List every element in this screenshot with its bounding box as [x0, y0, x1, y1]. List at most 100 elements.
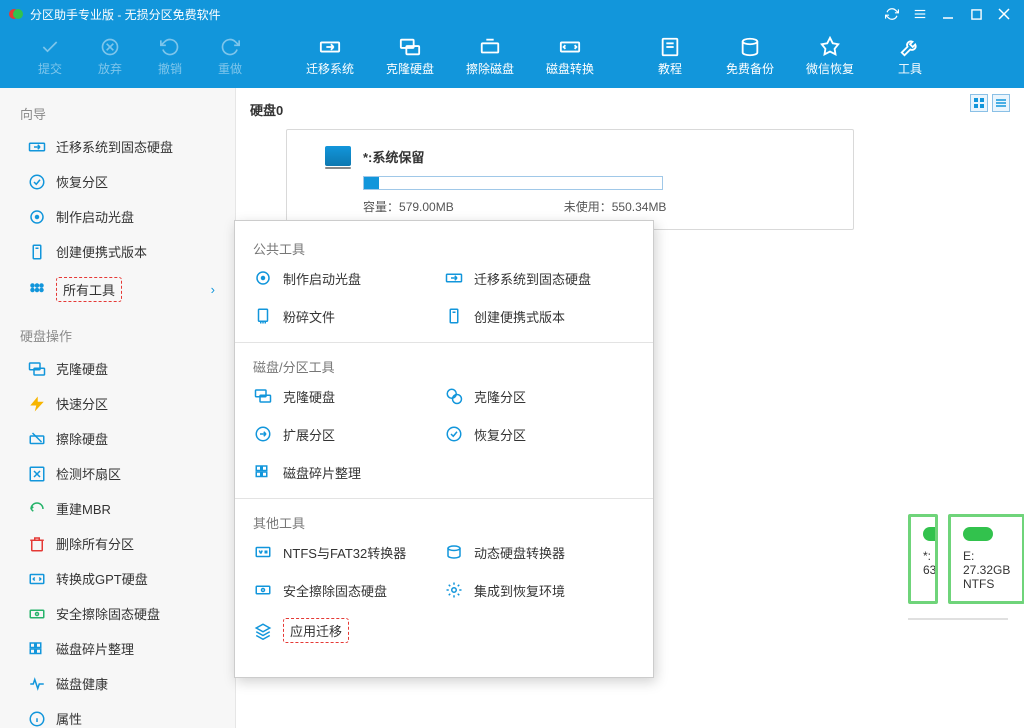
all-tools-popup: 公共工具 制作启动光盘迁移系统到固态硬盘粉碎文件创建便携式版本 磁盘/分区工具 …	[234, 220, 654, 678]
popup-item[interactable]: 恢复分区	[444, 424, 635, 444]
sidebar-item[interactable]: 安全擦除固态硬盘	[0, 596, 235, 631]
shred-icon	[253, 306, 273, 326]
popup-item[interactable]: 安全擦除固态硬盘	[253, 580, 444, 600]
sidebar-item-label: 磁盘碎片整理	[56, 639, 134, 658]
app-logo-icon	[8, 6, 24, 22]
menu-button[interactable]	[908, 2, 932, 26]
sidebar: 向导 迁移系统到固态硬盘恢复分区制作启动光盘创建便携式版本所有工具› 硬盘操作 …	[0, 88, 236, 728]
popup-item[interactable]: NTFS与FAT32转换器	[253, 542, 444, 562]
popup-item-label: 克隆硬盘	[283, 387, 335, 406]
wechat-recover-button[interactable]: 微信恢复	[800, 28, 860, 84]
ntfsfat-icon	[253, 542, 273, 562]
group-disk-title: 磁盘/分区工具	[235, 351, 653, 386]
sidebar-item-label: 转换成GPT硬盘	[56, 569, 148, 588]
migrate-icon	[444, 268, 464, 288]
sidebar-item[interactable]: 转换成GPT硬盘	[0, 561, 235, 596]
sidebar-item[interactable]: 磁盘碎片整理	[0, 631, 235, 666]
refresh-button[interactable]	[880, 2, 904, 26]
list-view-button[interactable]	[992, 94, 1010, 112]
tools-button[interactable]: 工具	[880, 28, 940, 84]
popup-item[interactable]: 迁移系统到固态硬盘	[444, 268, 635, 288]
sidebar-item[interactable]: 恢复分区	[0, 164, 235, 199]
clone-disk-button[interactable]: 克隆硬盘	[380, 28, 440, 84]
popup-item[interactable]: 扩展分区	[253, 424, 444, 444]
sidebar-item[interactable]: 属性	[0, 701, 235, 728]
sidebar-item-label: 磁盘健康	[56, 674, 108, 693]
sidebar-item[interactable]: 磁盘健康	[0, 666, 235, 701]
sidebar-item[interactable]: 创建便携式版本	[0, 234, 235, 269]
popup-item-label: 动态硬盘转换器	[474, 543, 565, 562]
gpt-icon	[28, 570, 46, 588]
sidebar-item[interactable]: 重建MBR	[0, 491, 235, 526]
portable-icon	[28, 243, 46, 261]
sidebar-item-label: 重建MBR	[56, 499, 111, 518]
wipe-icon	[479, 36, 501, 58]
backup-button[interactable]: 免费备份	[720, 28, 780, 84]
popup-item-label: 制作启动光盘	[283, 269, 361, 288]
convert-disk-button[interactable]: 磁盘转换	[540, 28, 600, 84]
wipe-disk-button[interactable]: 擦除磁盘	[460, 28, 520, 84]
sidebar-item-label: 制作启动光盘	[56, 207, 134, 226]
book-icon	[659, 36, 681, 58]
popup-item[interactable]: 应用迁移	[253, 618, 444, 643]
popup-item[interactable]: 集成到恢复环境	[444, 580, 635, 600]
popup-item-label: 粉碎文件	[283, 307, 335, 326]
window-title: 分区助手专业版 - 无损分区免费软件	[30, 6, 876, 23]
clone-icon	[28, 360, 46, 378]
ssdwipe-icon	[253, 580, 273, 600]
drive-icon	[325, 146, 351, 166]
grid-view-button[interactable]	[970, 94, 988, 112]
popup-item-label: NTFS与FAT32转换器	[283, 543, 406, 562]
sidebar-item[interactable]: 所有工具›	[0, 269, 235, 310]
sidebar-item-label: 创建便携式版本	[56, 242, 147, 261]
sidebar-item-label: 克隆硬盘	[56, 359, 108, 378]
popup-item[interactable]: 克隆分区	[444, 386, 635, 406]
deleteall-icon	[28, 535, 46, 553]
popup-item[interactable]: 制作启动光盘	[253, 268, 444, 288]
ssdwipe-icon	[28, 605, 46, 623]
bootdisc-icon	[28, 208, 46, 226]
migrate-icon	[28, 138, 46, 156]
sidebar-item-label: 删除所有分区	[56, 534, 134, 553]
popup-item[interactable]: 动态硬盘转换器	[444, 542, 635, 562]
badsector-icon	[28, 465, 46, 483]
sidebar-item[interactable]: 克隆硬盘	[0, 351, 235, 386]
popup-item[interactable]: 创建便携式版本	[444, 306, 635, 326]
migrate-os-button[interactable]: 迁移系统	[300, 28, 360, 84]
titlebar: 分区助手专业版 - 无损分区免费软件	[0, 0, 1024, 28]
sidebar-item[interactable]: 迁移系统到固态硬盘	[0, 129, 235, 164]
quick-icon	[28, 395, 46, 413]
unused-label: 未使用：550.34MB	[564, 198, 667, 215]
discard-button: 放弃	[80, 28, 140, 84]
sidebar-item[interactable]: 擦除硬盘	[0, 421, 235, 456]
popup-item[interactable]: 粉碎文件	[253, 306, 444, 326]
extend-icon	[253, 424, 273, 444]
clonepart-icon	[444, 386, 464, 406]
partition-card[interactable]: *:系统保留 容量：579.00MB 未使用：550.34MB	[286, 129, 854, 230]
disk-title: 硬盘0	[250, 100, 1010, 119]
sidebar-item-label: 所有工具	[56, 277, 122, 302]
close-button[interactable]	[992, 2, 1016, 26]
cancel-icon	[99, 36, 121, 58]
sidebar-item[interactable]: 检测坏扇区	[0, 456, 235, 491]
partition-tile-e[interactable]: E: 27.32GB NTFS	[948, 514, 1024, 604]
rebuildmbr-icon	[28, 500, 46, 518]
sidebar-item[interactable]: 快速分区	[0, 386, 235, 421]
toolbar: 提交 放弃 撤销 重做 迁移系统 克隆硬盘 擦除磁盘 磁盘转换 教程 免费备份 …	[0, 28, 1024, 88]
popup-item[interactable]: 磁盘碎片整理	[253, 462, 444, 482]
migrate-icon	[319, 36, 341, 58]
props-icon	[28, 710, 46, 728]
backup-icon	[739, 36, 761, 58]
partition-tile-star[interactable]: *: 635...	[908, 514, 938, 604]
sidebar-item-label: 检测坏扇区	[56, 464, 121, 483]
minimize-button[interactable]	[936, 2, 960, 26]
popup-item-label: 扩展分区	[283, 425, 335, 444]
maximize-button[interactable]	[964, 2, 988, 26]
tutorial-button[interactable]: 教程	[640, 28, 700, 84]
popup-item-label: 集成到恢复环境	[474, 581, 565, 600]
convert-icon	[559, 36, 581, 58]
dyndisk-icon	[444, 542, 464, 562]
sidebar-item[interactable]: 删除所有分区	[0, 526, 235, 561]
sidebar-item[interactable]: 制作启动光盘	[0, 199, 235, 234]
popup-item[interactable]: 克隆硬盘	[253, 386, 444, 406]
